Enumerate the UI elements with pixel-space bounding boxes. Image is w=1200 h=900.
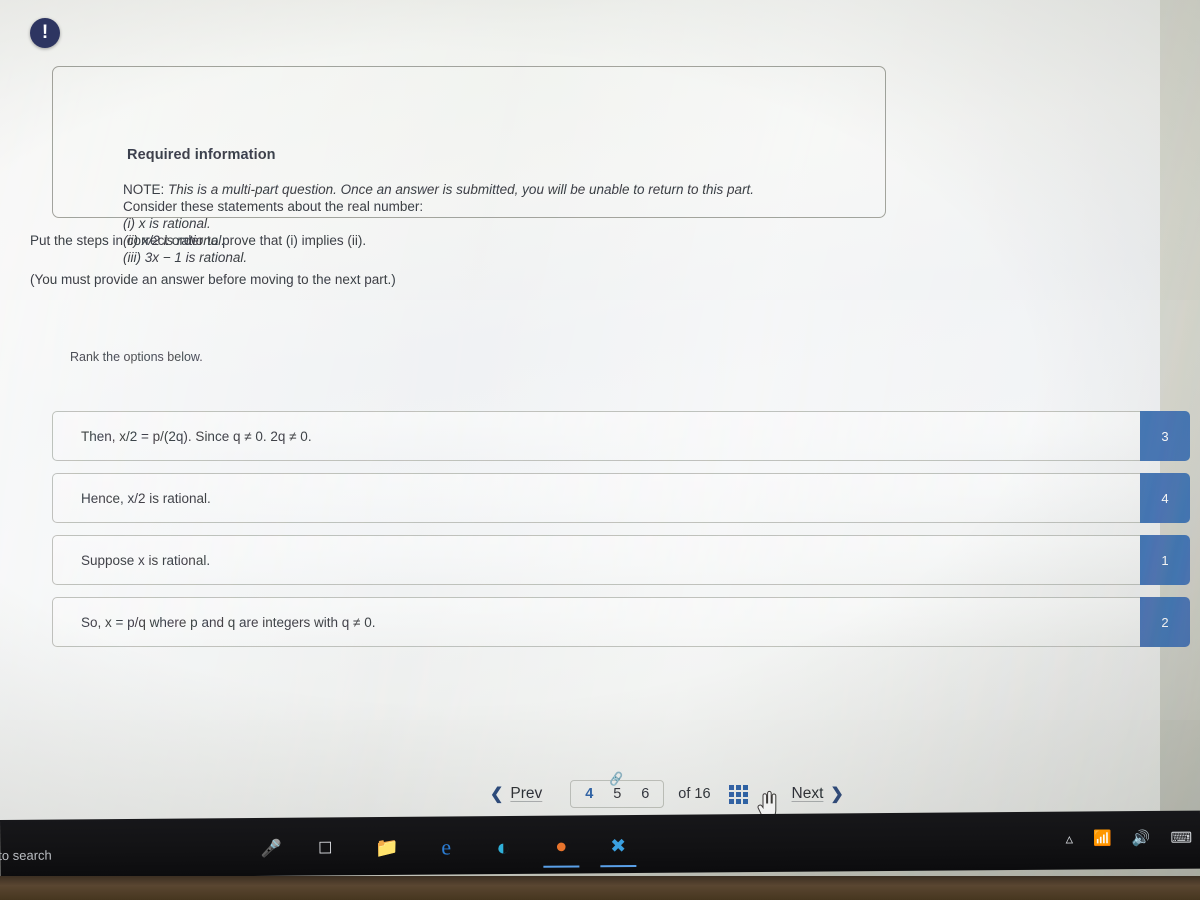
required-information-note: NOTE: This is a multi-part question. Onc… [123,181,823,266]
note-label: NOTE: [123,182,165,197]
next-label: Next [791,785,824,802]
prev-button[interactable]: ❮ Prev [480,784,552,804]
next-button[interactable]: Next ❯ [782,784,854,804]
rank-badge[interactable]: 3 [1140,411,1190,461]
microsoft-edge-icon[interactable]: ◐ [490,833,516,860]
ranking-option-row[interactable]: So, x = p/q where p and q are integers w… [52,597,1190,647]
page-number-6[interactable]: 6 [631,786,659,802]
page-number-5[interactable]: 5 [603,786,631,802]
chevron-left-icon: ❮ [490,786,504,803]
link-icon: 🔗 [608,770,626,788]
page-count-label: of 16 [678,786,711,802]
option-text: So, x = p/q where p and q are integers w… [81,614,376,630]
page-selector[interactable]: 🔗 4 5 6 [570,771,665,808]
question-prompt-line2: (You must provide an answer before movin… [30,272,396,287]
consider-line: Consider these statements about the real… [123,199,424,214]
desk-surface [0,876,1200,900]
option-text: Then, x/2 = p/(2q). Since q ≠ 0. 2q ≠ 0. [81,428,312,444]
rank-badge[interactable]: 2 [1140,597,1190,647]
option-text: Hence, x/2 is rational. [81,490,211,506]
required-information-title: Required information [127,147,276,163]
task-view-icon[interactable]: ☐ [312,835,338,861]
photographed-screen: ! Required information NOTE: This is a m… [0,0,1200,900]
rank-instruction-label: Rank the options below. [70,350,203,364]
ranking-option-row[interactable]: Suppose x is rational. 1 [52,535,1190,585]
pagination-bar: ❮ Prev 🔗 4 5 6 of 16 Next ❯ [480,771,854,812]
windows-taskbar: to search 🎤 ☐ 📁 e ◐ ● ✖ ▵ 📶 🔊 ⌨ [0,810,1200,878]
statement-iii: (iii) 3x − 1 is rational. [123,250,248,265]
grid-view-icon[interactable] [728,784,748,804]
keyboard-icon[interactable]: ⌨ [1170,829,1192,847]
statement-i: (i) x is rational. [123,216,211,231]
page-number-4[interactable]: 4 [575,786,603,802]
rank-badge[interactable]: 1 [1140,535,1190,585]
prev-label: Prev [510,785,543,802]
edge-legacy-icon[interactable]: e [433,834,459,860]
chevron-right-icon: ❯ [830,786,844,803]
wifi-icon[interactable]: 📶 [1093,829,1112,847]
vscode-icon[interactable]: ✖ [605,833,631,859]
option-text: Suppose x is rational. [81,552,211,568]
system-tray: ▵ 📶 🔊 ⌨ [1066,829,1193,848]
ranking-option-row[interactable]: Hence, x/2 is rational. 4 [52,473,1190,523]
question-prompt-line1: Put the steps in correct order to prove … [30,233,367,248]
show-hidden-icons-chevron[interactable]: ▵ [1066,830,1074,848]
note-italic-text: This is a multi-part question. Once an a… [168,182,755,197]
microphone-icon[interactable]: 🎤 [258,836,284,862]
volume-icon[interactable]: 🔊 [1132,829,1151,847]
exclamation-icon: ! [30,18,60,48]
file-explorer-icon[interactable]: 📁 [374,835,400,861]
firefox-icon[interactable]: ● [548,833,574,859]
ranking-option-row[interactable]: Then, x/2 = p/(2q). Since q ≠ 0. 2q ≠ 0.… [52,411,1190,461]
required-information-box: Required information NOTE: This is a mul… [52,66,886,265]
rank-badge[interactable]: 4 [1140,473,1190,523]
search-placeholder-text[interactable]: to search [0,848,52,863]
